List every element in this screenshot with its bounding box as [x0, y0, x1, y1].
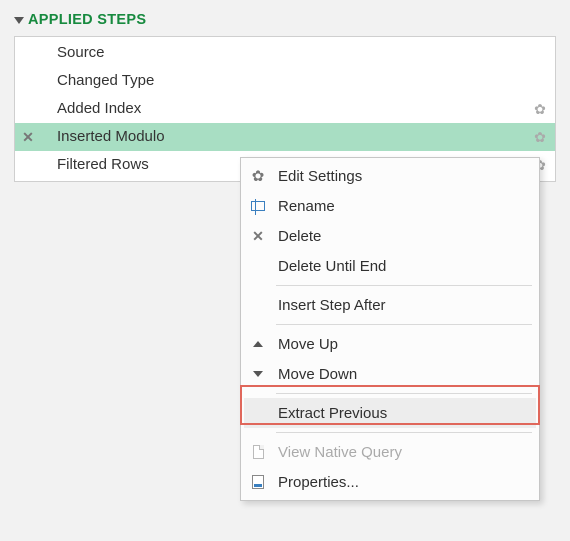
chevron-down-icon — [244, 371, 272, 377]
menu-rename[interactable]: Rename — [244, 191, 536, 221]
step-settings[interactable]: ✿ — [525, 95, 555, 123]
menu-label: Insert Step After — [272, 297, 528, 314]
menu-label: Move Down — [272, 366, 528, 383]
x-icon: ✕ — [22, 123, 34, 151]
menu-delete-until-end[interactable]: Delete Until End — [244, 251, 536, 281]
rename-icon — [244, 201, 272, 211]
properties-icon — [244, 475, 272, 489]
menu-label: Extract Previous — [272, 405, 528, 422]
menu-label: Edit Settings — [272, 168, 528, 185]
panel-title: APPLIED STEPS — [28, 12, 146, 28]
gear-icon: ✿ — [534, 95, 546, 123]
menu-separator — [276, 432, 532, 433]
chevron-up-icon — [244, 341, 272, 347]
menu-separator — [276, 285, 532, 286]
menu-move-down[interactable]: Move Down — [244, 359, 536, 389]
document-icon — [244, 445, 272, 459]
collapse-icon — [14, 17, 24, 24]
menu-insert-step-after[interactable]: Insert Step After — [244, 290, 536, 320]
menu-delete[interactable]: ✕ Delete — [244, 221, 536, 251]
x-icon: ✕ — [244, 228, 272, 245]
menu-label: Delete Until End — [272, 258, 528, 275]
menu-separator — [276, 393, 532, 394]
step-label: Inserted Modulo — [41, 123, 525, 151]
menu-separator — [276, 324, 532, 325]
gear-icon: ✿ — [534, 123, 546, 151]
step-settings[interactable]: ✿ — [525, 123, 555, 151]
menu-edit-settings[interactable]: ✿ Edit Settings — [244, 161, 536, 191]
step-label: Changed Type — [41, 67, 525, 95]
applied-steps-header[interactable]: APPLIED STEPS — [14, 12, 556, 28]
menu-label: Move Up — [272, 336, 528, 353]
menu-label: View Native Query — [272, 444, 528, 461]
menu-extract-previous[interactable]: Extract Previous — [244, 398, 536, 428]
step-added-index[interactable]: Added Index ✿ — [15, 95, 555, 123]
menu-move-up[interactable]: Move Up — [244, 329, 536, 359]
step-label: Source — [41, 39, 525, 67]
menu-label: Properties... — [272, 474, 528, 491]
menu-properties[interactable]: Properties... — [244, 467, 536, 497]
step-label: Added Index — [41, 95, 525, 123]
step-inserted-modulo[interactable]: ✕ Inserted Modulo ✿ — [15, 123, 555, 151]
step-changed-type[interactable]: Changed Type — [15, 67, 555, 95]
step-source[interactable]: Source — [15, 39, 555, 67]
step-delete[interactable]: ✕ — [15, 123, 41, 151]
menu-label: Rename — [272, 198, 528, 215]
gear-icon: ✿ — [244, 167, 272, 185]
menu-label: Delete — [272, 228, 528, 245]
step-context-menu: ✿ Edit Settings Rename ✕ Delete Delete U… — [240, 157, 540, 501]
menu-view-native-query: View Native Query — [244, 437, 536, 467]
